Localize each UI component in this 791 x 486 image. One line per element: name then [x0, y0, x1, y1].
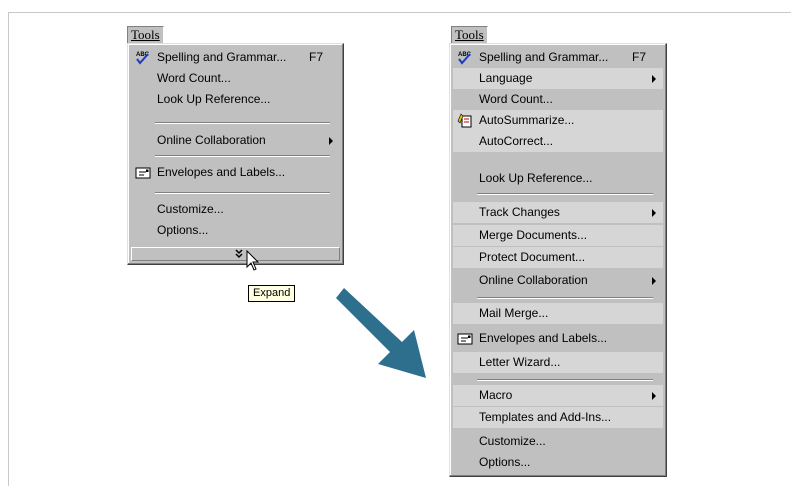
menu-item-autocorrect[interactable]: AutoCorrect... — [453, 131, 663, 152]
mouse-cursor-icon — [246, 250, 260, 271]
menu-title-label: Tools — [131, 27, 160, 42]
expanded-tools-menu: ABC Spelling and Grammar... F7 Language … — [449, 43, 667, 477]
spelling-grammar-icon: ABC — [458, 52, 472, 65]
menu-separator — [155, 192, 330, 194]
double-chevron-down-icon — [235, 249, 243, 259]
menu-separator — [477, 379, 653, 381]
menu-item-shortcut: F7 — [308, 50, 323, 64]
menu-item-label: Options... — [157, 223, 209, 237]
menu-item-track-changes[interactable]: Track Changes — [453, 202, 663, 223]
frame-top-border — [8, 12, 791, 13]
expand-tooltip: Expand — [248, 285, 296, 302]
menu-item-label: Merge Documents... — [479, 228, 588, 242]
menu-item-macro[interactable]: Macro — [453, 385, 663, 406]
menu-item-label: Word Count... — [157, 71, 231, 85]
menu-item-word-count[interactable]: Word Count... — [131, 68, 340, 89]
submenu-arrow-icon — [329, 137, 333, 145]
menu-item-label: Protect Document... — [479, 250, 586, 264]
menu-item-label: Look Up Reference... — [479, 171, 593, 185]
menu-item-label: Spelling and Grammar... — [479, 50, 609, 64]
menu-item-envelopes-labels[interactable]: Envelopes and Labels... — [131, 162, 340, 183]
menu-item-label: Macro — [479, 388, 513, 402]
menu-item-label: Envelopes and Labels... — [157, 165, 286, 179]
menu-item-customize[interactable]: Customize... — [131, 199, 340, 220]
tools-menu-title[interactable]: Tools — [127, 26, 164, 43]
menu-separator — [477, 297, 653, 299]
menu-item-look-up-reference[interactable]: Look Up Reference... — [453, 168, 663, 189]
submenu-arrow-icon — [652, 209, 656, 217]
menu-item-label: Letter Wizard... — [479, 355, 561, 369]
menu-item-label: Customize... — [157, 202, 224, 216]
menu-item-label: Mail Merge... — [479, 306, 549, 320]
menu-item-envelopes-labels[interactable]: Envelopes and Labels... — [453, 328, 663, 349]
menu-item-look-up-reference[interactable]: Look Up Reference... — [131, 89, 340, 110]
menu-item-label: Online Collaboration — [479, 273, 588, 287]
menu-item-label: Language — [479, 71, 533, 85]
tools-menu-title-expanded[interactable]: Tools — [451, 26, 488, 43]
menu-item-letter-wizard[interactable]: Letter Wizard... — [453, 352, 663, 373]
menu-item-label: Online Collaboration — [157, 133, 266, 147]
menu-item-word-count[interactable]: Word Count... — [453, 89, 663, 110]
autosummarize-icon — [457, 113, 472, 128]
tooltip-text: Expand — [253, 287, 291, 299]
menu-item-protect-document[interactable]: Protect Document... — [453, 247, 663, 268]
menu-item-mail-merge[interactable]: Mail Merge... — [453, 303, 663, 324]
menu-item-label: Word Count... — [479, 92, 553, 106]
menu-item-customize[interactable]: Customize... — [453, 431, 663, 452]
menu-item-label: Templates and Add-Ins... — [479, 410, 612, 424]
menu-item-label: AutoSummarize... — [479, 113, 575, 127]
menu-item-options[interactable]: Options... — [131, 220, 340, 241]
submenu-arrow-icon — [652, 392, 656, 400]
spelling-grammar-icon: ABC — [136, 52, 150, 65]
menu-item-autosummarize[interactable]: AutoSummarize... — [453, 110, 663, 131]
envelope-icon — [457, 333, 473, 345]
menu-item-label: AutoCorrect... — [479, 134, 554, 148]
menu-item-online-collaboration[interactable]: Online Collaboration — [453, 270, 663, 291]
menu-item-label: Customize... — [479, 434, 546, 448]
frame-left-border — [8, 12, 9, 486]
expand-menu-button[interactable] — [131, 247, 340, 261]
submenu-arrow-icon — [652, 75, 656, 83]
menu-item-online-collaboration[interactable]: Online Collaboration — [131, 130, 340, 151]
menu-item-templates-addins[interactable]: Templates and Add-Ins... — [453, 407, 663, 428]
menu-item-label: Options... — [479, 455, 531, 469]
menu-item-spelling-grammar[interactable]: ABC Spelling and Grammar... F7 — [453, 47, 663, 68]
menu-item-language[interactable]: Language — [453, 68, 663, 89]
menu-item-merge-documents[interactable]: Merge Documents... — [453, 225, 663, 246]
menu-item-shortcut: F7 — [631, 50, 646, 64]
menu-item-spelling-grammar[interactable]: ABC Spelling and Grammar... F7 — [131, 47, 340, 68]
menu-item-label: Spelling and Grammar... — [157, 50, 287, 64]
submenu-arrow-icon — [652, 277, 656, 285]
menu-item-label: Track Changes — [479, 205, 560, 219]
menu-item-label: Look Up Reference... — [157, 92, 271, 106]
menu-item-label: Envelopes and Labels... — [479, 331, 608, 345]
menu-title-label: Tools — [455, 27, 484, 42]
collapsed-tools-menu: ABC Spelling and Grammar... F7 Word Coun… — [127, 43, 344, 265]
menu-item-options[interactable]: Options... — [453, 452, 663, 473]
envelope-icon — [135, 167, 151, 179]
menu-separator — [155, 122, 330, 124]
transition-arrow-icon — [336, 288, 426, 378]
menu-separator — [155, 155, 330, 157]
menu-separator — [477, 193, 653, 195]
